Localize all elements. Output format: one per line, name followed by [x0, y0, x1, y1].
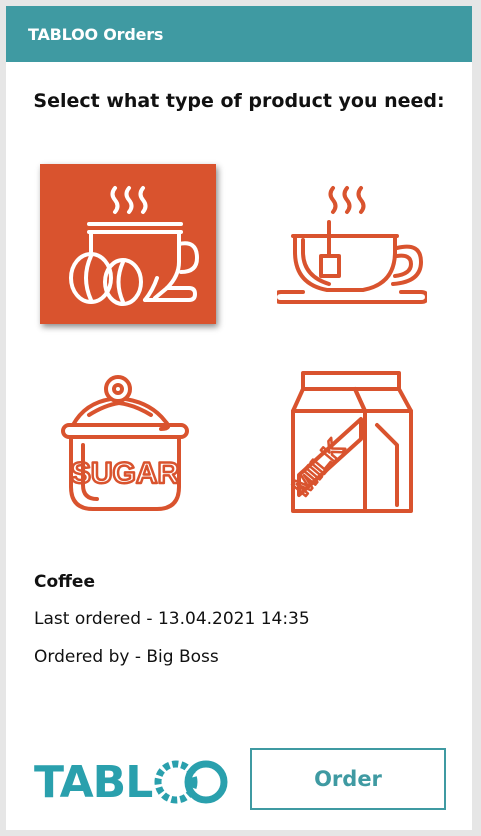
milk-carton-icon: MILK [285, 370, 413, 513]
logo-text: TABL [34, 756, 153, 808]
product-tile-milk[interactable]: MILK [264, 362, 440, 522]
sugar-icon-text: SUGAR [71, 457, 180, 490]
product-tile-sugar[interactable]: SUGAR [40, 362, 216, 522]
ordered-by-text: Ordered by - Big Boss [34, 647, 219, 667]
product-tile-coffee[interactable] [40, 164, 216, 324]
last-ordered-text: Last ordered - 13.04.2021 14:35 [34, 609, 310, 629]
milk-icon-text: MILK [286, 433, 350, 501]
tea-cup-icon [277, 186, 427, 304]
product-tile-tea[interactable] [264, 164, 440, 324]
app-header: TABLOO Orders [6, 6, 472, 62]
order-button[interactable]: Order [250, 748, 446, 810]
selected-product-name: Coffee [34, 572, 95, 592]
logo-oo-icon [154, 760, 228, 804]
app-title: TABLOO Orders [28, 24, 164, 44]
product-prompt: Select what type of product you need: [33, 90, 445, 112]
tabloo-logo: TABL [34, 754, 230, 810]
sugar-jar-icon: SUGAR [61, 375, 189, 511]
orders-panel: TABLOO Orders Select what type of produc… [6, 6, 472, 830]
coffee-icon [69, 186, 199, 306]
